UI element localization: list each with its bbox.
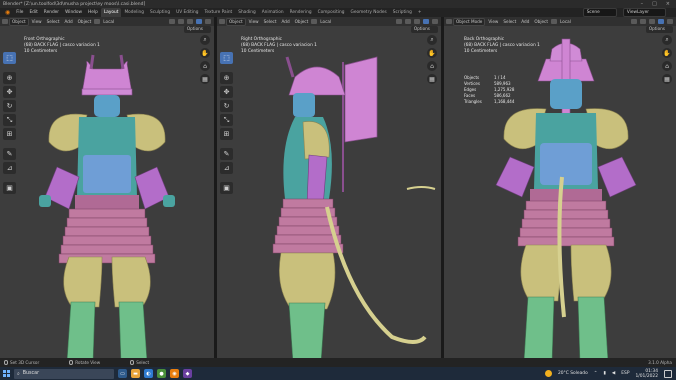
window-controls: – □ ×	[641, 1, 676, 7]
search-icon: ⌕	[17, 371, 20, 377]
tab-rendering[interactable]: Rendering	[287, 8, 315, 17]
tab-sculpting[interactable]: Sculpting	[147, 8, 173, 17]
status-hint-select: Select	[130, 360, 149, 365]
volume-icon[interactable]: ◀	[612, 371, 615, 376]
tab-texture-paint[interactable]: Texture Paint	[202, 8, 236, 17]
samurai-back-model	[495, 38, 637, 358]
viewport-back[interactable]: Object Mode View Select Add Object Local…	[444, 17, 676, 358]
add-workspace-button[interactable]: +	[415, 8, 425, 17]
menu-window[interactable]: Window	[62, 8, 85, 17]
view-layer-selector[interactable]: ViewLayer	[622, 8, 666, 17]
tab-shading[interactable]: Shading	[235, 8, 258, 17]
blender-logo-icon[interactable]: ◉	[2, 8, 13, 17]
scene-selector[interactable]: Scene	[582, 8, 617, 17]
tab-modeling[interactable]: Modeling	[121, 8, 147, 17]
app-icon[interactable]: ◆	[183, 369, 192, 378]
mouse-left-icon	[4, 360, 8, 365]
menu-file[interactable]: File	[13, 8, 26, 17]
mouse-right-icon	[130, 360, 135, 365]
version-label: 3.1.0 Alpha	[648, 360, 672, 365]
samurai-front-model	[39, 54, 175, 358]
os-taskbar: ⌕ Buscar ▭ ▬ ◐ ● ◉ ◆ 20°C Soleado ⌃ ▮ ◀ …	[0, 367, 676, 380]
status-bar: Set 3D Cursor Rotate View Select 3.1.0 A…	[0, 358, 676, 367]
file-explorer-icon[interactable]: ▬	[131, 369, 140, 378]
browser-icon[interactable]: ◐	[144, 369, 153, 378]
tab-animation[interactable]: Animation	[259, 8, 287, 17]
samurai-side-model	[272, 56, 436, 358]
system-tray: 20°C Soleado ⌃ ▮ ◀ ESP 01:34 1/01/2022	[544, 369, 676, 379]
menu-render[interactable]: Render	[41, 8, 62, 17]
tab-scripting[interactable]: Scripting	[390, 8, 415, 17]
mouse-middle-icon	[69, 360, 74, 365]
window-title: Blender* [Z:\un.toolfod\3d\musha project…	[3, 1, 146, 7]
close-button[interactable]: ×	[666, 1, 670, 7]
window-titlebar: Blender* [Z:\un.toolfod\3d\musha project…	[0, 0, 676, 8]
tab-uv-editing[interactable]: UV Editing	[173, 8, 201, 17]
tab-layout[interactable]: Layout	[100, 8, 122, 17]
blender-taskbar-icon[interactable]: ◉	[170, 369, 179, 378]
network-icon[interactable]: ▮	[603, 371, 605, 376]
notifications-icon[interactable]	[664, 369, 672, 378]
clock-date: 1/01/2022	[635, 373, 658, 379]
language-indicator[interactable]: ESP	[621, 371, 629, 376]
viewport-right[interactable]: Object View Select Add Object Local Opti…	[217, 17, 441, 358]
status-hint-label: Set 3D Cursor	[10, 360, 40, 365]
search-placeholder: Buscar	[22, 371, 40, 376]
weather-sun-icon[interactable]	[544, 370, 552, 377]
status-hint-cursor: Set 3D Cursor	[4, 360, 39, 365]
taskbar-search[interactable]: ⌕ Buscar	[14, 368, 114, 379]
status-hint-label: Select	[136, 360, 150, 365]
maximize-button[interactable]: □	[652, 1, 657, 7]
task-view-icon[interactable]: ▭	[118, 369, 127, 378]
clock[interactable]: 01:34 1/01/2022	[635, 369, 658, 379]
top-menubar: ◉ File Edit Render Window Help Layout Mo…	[0, 8, 676, 17]
viewport-front[interactable]: Object View Select Add Object Local Opti…	[0, 17, 214, 358]
weather-label[interactable]: 20°C Soleado	[558, 371, 588, 376]
status-hint-label: Rotate View	[75, 360, 101, 365]
minimize-button[interactable]: –	[641, 1, 644, 7]
menu-help[interactable]: Help	[85, 8, 101, 17]
tab-geometry-nodes[interactable]: Geometry Nodes	[348, 8, 390, 17]
tab-compositing[interactable]: Compositing	[315, 8, 348, 17]
windows-start-icon[interactable]	[3, 370, 10, 377]
status-hint-rotate: Rotate View	[69, 360, 100, 365]
viewport-area: Object View Select Add Object Local Opti…	[0, 17, 676, 358]
app-icon[interactable]: ●	[157, 369, 166, 378]
menu-edit[interactable]: Edit	[26, 8, 40, 17]
chevron-up-icon[interactable]: ⌃	[594, 371, 598, 376]
